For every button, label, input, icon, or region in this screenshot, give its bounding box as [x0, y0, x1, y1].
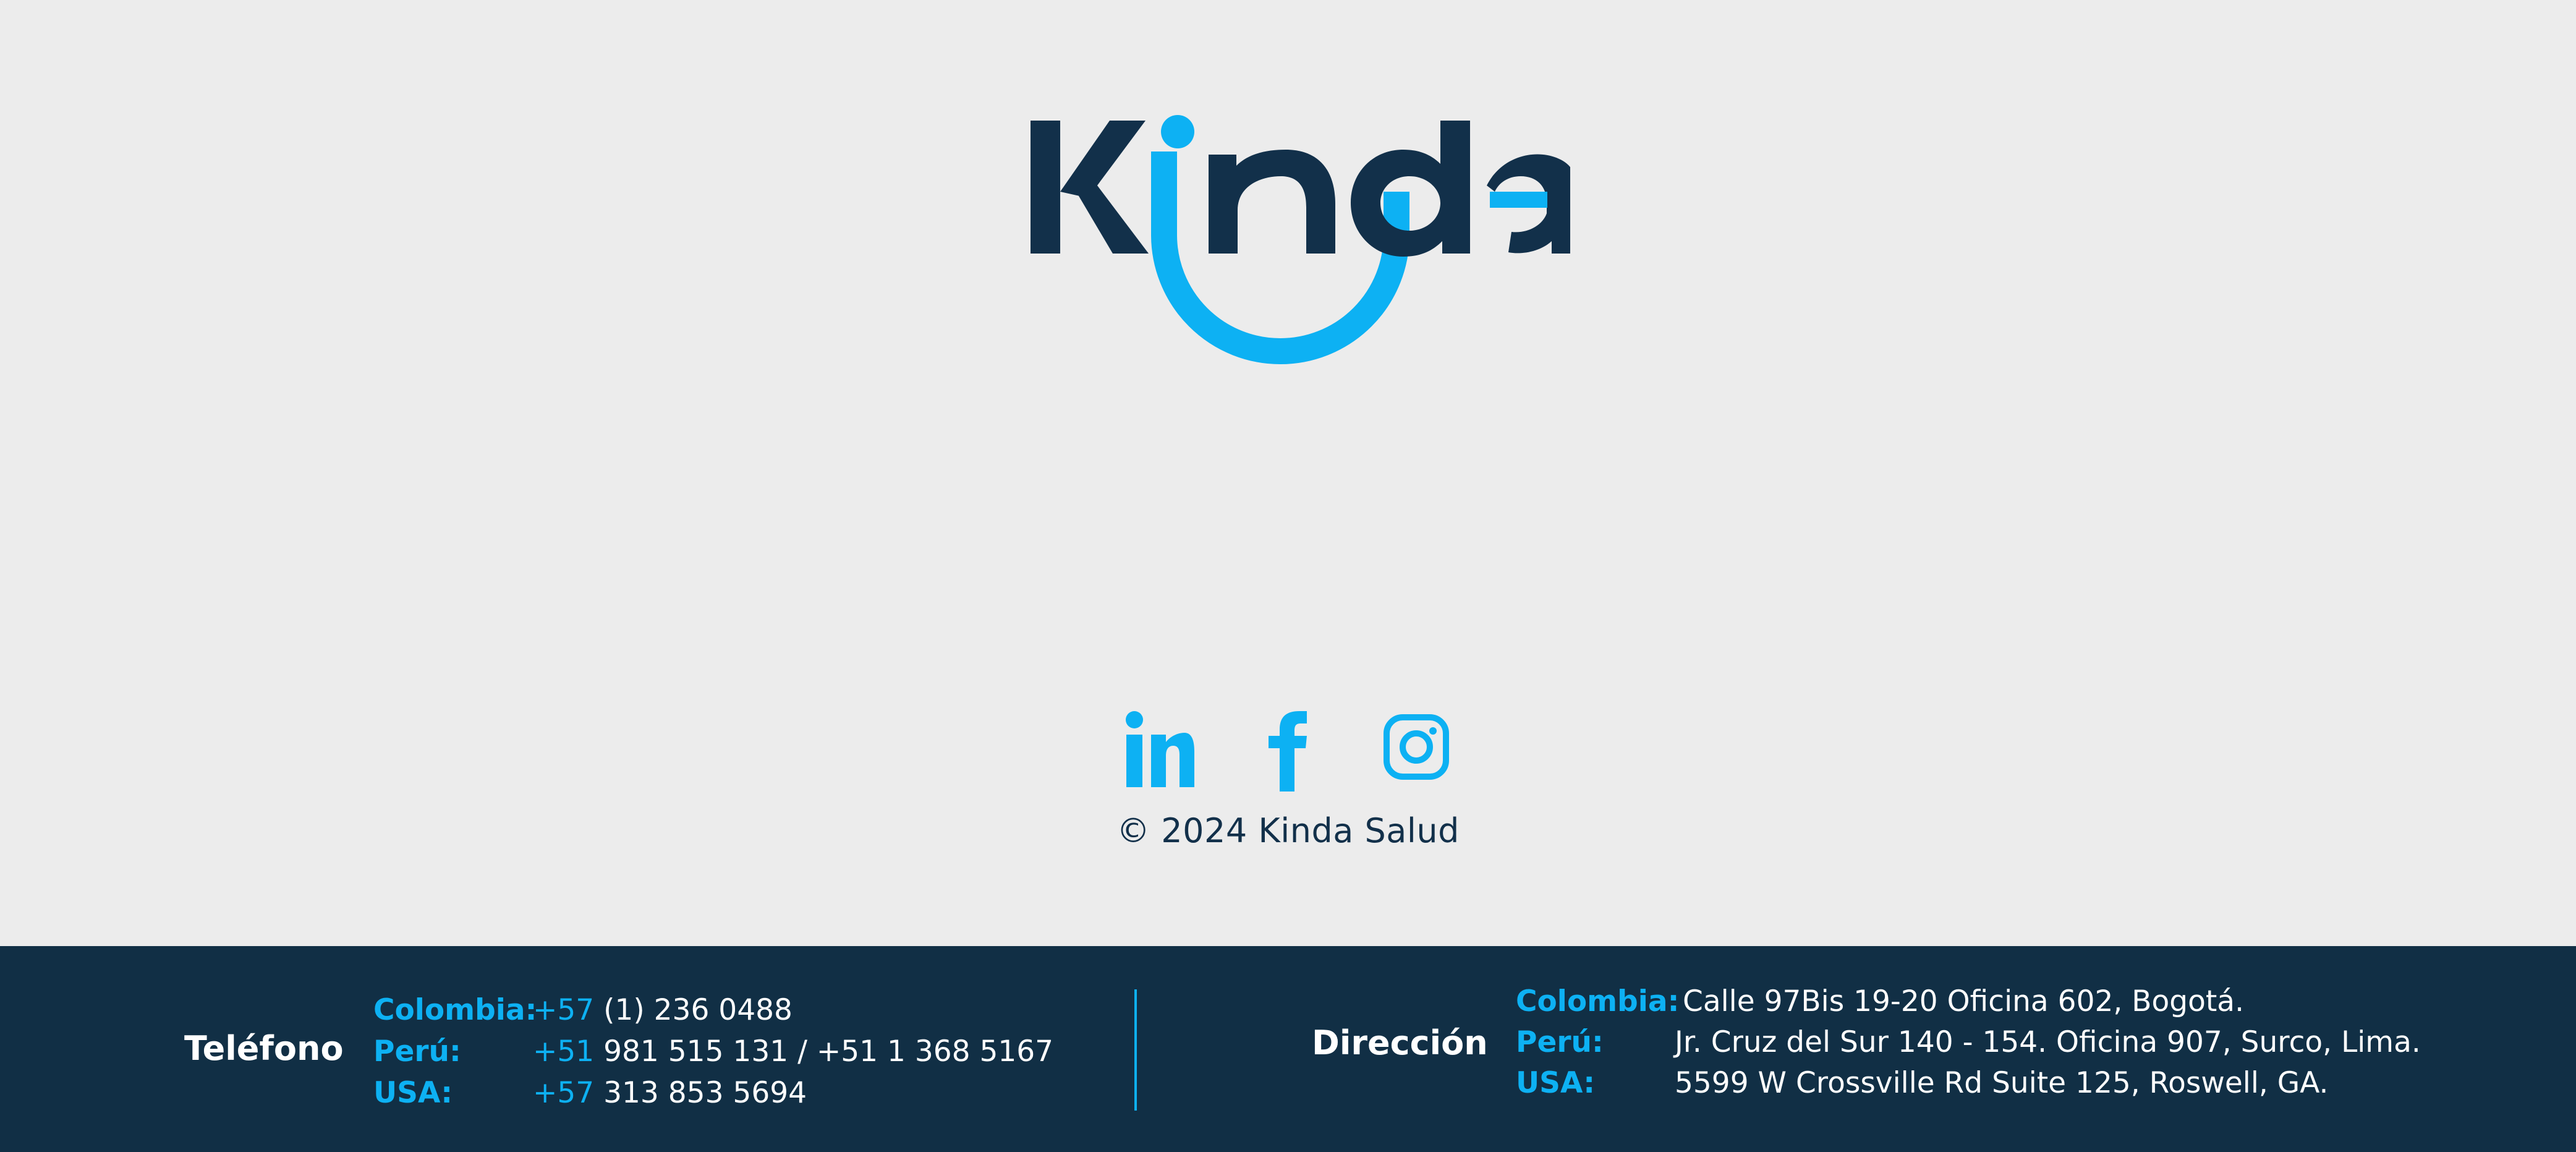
footer: Teléfono Colombia: +57 (1) 236 0488 Perú… [0, 946, 2576, 1152]
facebook-icon [1269, 711, 1307, 791]
phone-number[interactable]: +57 (1) 236 0488 [533, 990, 793, 1031]
address-value: Jr. Cruz del Sur 140 - 154. Oficina 907,… [1675, 1025, 2421, 1059]
phone-number[interactable]: +51 981 515 131 / +51 1 368 5167 [533, 1031, 1053, 1072]
linkedin-link[interactable] [1125, 711, 1194, 791]
phone-prefix: +57 [533, 993, 595, 1027]
instagram-link[interactable] [1384, 711, 1449, 791]
linkedin-icon [1126, 711, 1194, 787]
phone-label: Colombia: [373, 993, 537, 1027]
address-value: Calle 97Bis 19-20 Oficina 602, Bogotá. [1683, 984, 2245, 1018]
copyright-text: © 2024 Kinda Salud [1116, 811, 1460, 850]
phone-label: USA: [373, 1076, 453, 1110]
page: © 2024 Kinda Salud Teléfono Colombia: +5… [0, 0, 2576, 1152]
kinda-logo[interactable] [1014, 93, 1570, 383]
phone-prefix: +57 [533, 1076, 595, 1110]
address-label: Perú: [1516, 1025, 1604, 1059]
social-links [0, 711, 2576, 791]
address-label: USA: [1516, 1066, 1596, 1100]
phone-heading: Teléfono [184, 1029, 344, 1068]
instagram-icon [1384, 714, 1449, 780]
phone-label: Perú: [373, 1035, 461, 1069]
address-value: 5599 W Crossville Rd Suite 125, Roswell,… [1675, 1066, 2329, 1100]
footer-divider [1134, 989, 1137, 1111]
phone-digits: 313 853 5694 [594, 1076, 807, 1110]
phone-prefix: +51 [533, 1035, 595, 1069]
phone-digits: 981 515 131 / +51 1 368 5167 [594, 1035, 1054, 1069]
kinda-logo-mark [1031, 115, 1570, 364]
facebook-link[interactable] [1267, 711, 1308, 791]
phone-digits: (1) 236 0488 [594, 993, 793, 1027]
address-label: Colombia: [1516, 984, 1680, 1018]
phone-number[interactable]: +57 313 853 5694 [533, 1073, 807, 1114]
address-heading: Dirección [1312, 1023, 1488, 1062]
